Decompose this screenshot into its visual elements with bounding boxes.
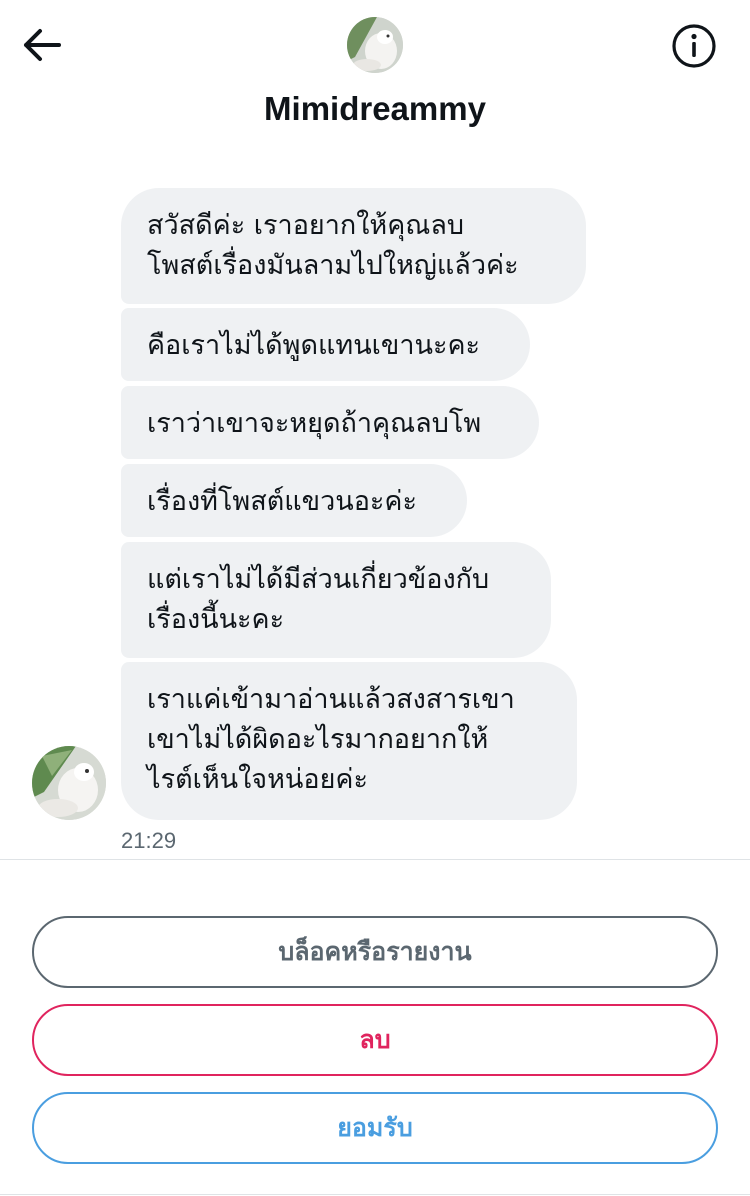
header-avatar[interactable]	[347, 17, 403, 73]
back-button[interactable]	[18, 22, 64, 68]
avatar-image	[32, 746, 106, 820]
info-circle-icon	[672, 24, 716, 68]
message-bubble[interactable]: สวัสดีค่ะ เราอยากให้คุณลบ โพสต์เรื่องมัน…	[121, 188, 586, 304]
accept-button[interactable]: ยอมรับ	[32, 1092, 718, 1164]
block-or-report-button[interactable]: บล็อคหรือรายงาน	[32, 916, 718, 988]
message-bubble[interactable]: เราแค่เข้ามาอ่านแล้วสงสารเขา เขาไม่ได้ผิ…	[121, 662, 577, 820]
info-button[interactable]	[668, 22, 720, 70]
divider	[0, 1194, 750, 1195]
dm-request-screen: Mimidreammy สวัสดีค่ะ เราอยากให้คุณลบ โพ…	[0, 0, 750, 1196]
message-bubble[interactable]: เราว่าเขาจะหยุดถ้าคุณลบโพ	[121, 386, 539, 459]
avatar-image	[347, 17, 403, 73]
divider	[0, 859, 750, 860]
delete-button[interactable]: ลบ	[32, 1004, 718, 1076]
conversation-title: Mimidreammy	[264, 90, 486, 127]
message-bubble[interactable]: แต่เราไม่ได้มีส่วนเกี่ยวข้องกับ เรื่องนี…	[121, 542, 551, 658]
sender-avatar[interactable]	[32, 746, 106, 820]
message-bubble[interactable]: คือเราไม่ได้พูดแทนเขานะคะ	[121, 308, 530, 381]
message-bubble[interactable]: เรื่องที่โพสต์แขวนอะค่ะ	[121, 464, 467, 537]
conversation-header: Mimidreammy	[0, 0, 750, 150]
arrow-left-icon	[24, 29, 61, 61]
message-timestamp: 21:29	[121, 828, 177, 853]
